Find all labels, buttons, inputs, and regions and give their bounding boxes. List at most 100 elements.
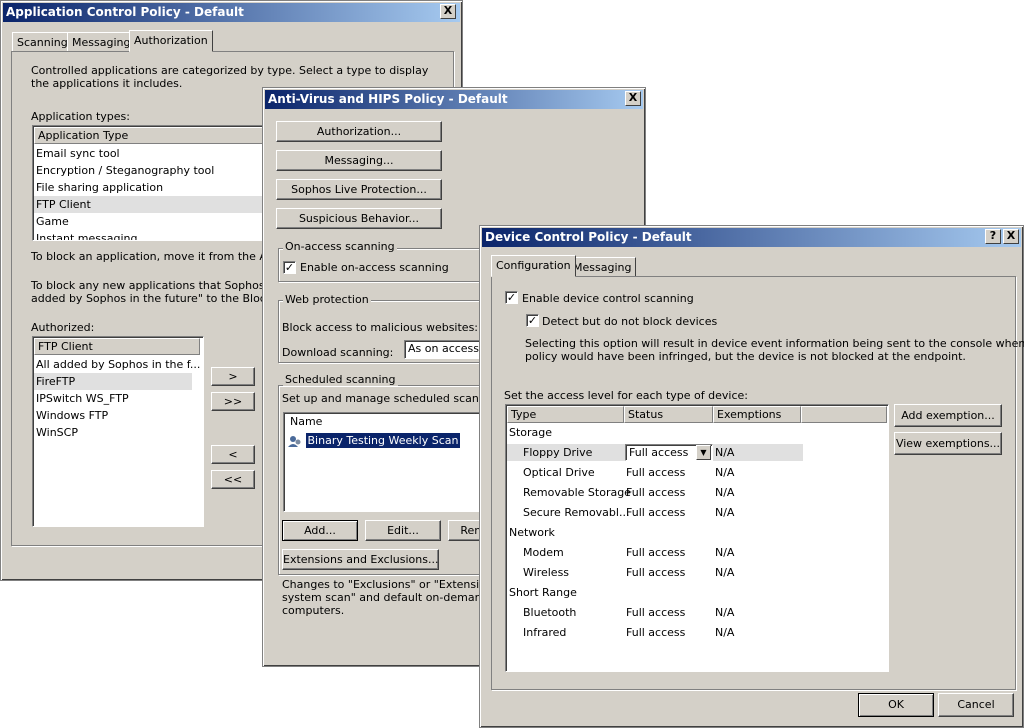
row-status: Full access — [626, 546, 686, 559]
row-status: Full access — [626, 626, 686, 639]
scan-user-icon — [288, 435, 302, 448]
row-status: Full access — [626, 466, 686, 479]
edit-scan-button[interactable]: Edit... — [365, 520, 441, 541]
column-status[interactable]: Status — [624, 406, 713, 423]
group-storage: Storage — [509, 426, 553, 439]
row-exemptions: N/A — [715, 486, 735, 499]
row-exemptions: N/A — [715, 626, 735, 639]
list-item[interactable]: Encryption / Steganography tool — [36, 162, 214, 179]
move-all-left-button[interactable]: << — [211, 470, 255, 489]
detect-only-label: Detect but do not block devices — [542, 315, 718, 328]
dropdown-arrow-icon[interactable]: ▼ — [696, 445, 711, 460]
enable-device-control-label: Enable device control scanning — [522, 292, 694, 305]
tab-scanning[interactable]: Scanning — [12, 32, 73, 52]
row-type: Secure Removabl... — [523, 506, 630, 519]
table-row[interactable]: Floppy Drive Full access ▼ N/A — [507, 444, 803, 461]
move-left-button[interactable]: < — [211, 445, 255, 464]
application-types-label: Application types: — [31, 110, 130, 123]
list-item-selected[interactable]: FireFTP — [34, 373, 192, 390]
view-exemptions-button[interactable]: View exemptions... — [894, 432, 1002, 455]
add-exemption-button[interactable]: Add exemption... — [894, 404, 1002, 427]
list-item[interactable]: Windows FTP — [36, 407, 108, 424]
help-button[interactable]: ? — [985, 229, 1001, 244]
group-short-range: Short Range — [509, 586, 577, 599]
dc-window-title: Device Control Policy - Default — [482, 228, 1021, 247]
list-item-selected[interactable]: FTP Client — [34, 196, 270, 213]
detect-only-checkbox[interactable]: ✓ — [526, 314, 539, 327]
row-type: Wireless — [523, 566, 570, 579]
app-window-title: Application Control Policy - Default — [3, 3, 460, 22]
av-window-title: Anti-Virus and HIPS Policy - Default — [265, 90, 643, 109]
group-network: Network — [509, 526, 555, 539]
scheduled-scan-item[interactable]: Binary Testing Weekly Scan — [288, 432, 461, 449]
list-item[interactable]: All added by Sophos in the f... — [36, 356, 200, 373]
authorization-button[interactable]: Authorization... — [276, 121, 442, 142]
application-types-list[interactable]: Application Type Email sync tool Encrypt… — [32, 125, 272, 241]
web-protection-label: Web protection — [283, 293, 371, 306]
column-filler — [801, 406, 887, 423]
row-type: Floppy Drive — [523, 446, 593, 459]
tab-messaging[interactable]: Messaging — [67, 32, 136, 52]
detect-note-1: Selecting this option will result in dev… — [525, 337, 1024, 350]
list-item[interactable]: File sharing application — [36, 179, 163, 196]
cancel-button[interactable]: Cancel — [938, 693, 1014, 717]
block-note-1: To block an application, move it from th… — [31, 250, 300, 263]
row-status: Full access — [626, 486, 686, 499]
column-type[interactable]: Type — [507, 406, 624, 423]
device-access-table[interactable]: Type Status Exemptions Storage Floppy Dr… — [505, 404, 889, 672]
row-type: Removable Storage — [523, 486, 631, 499]
row-type: Optical Drive — [523, 466, 595, 479]
list-item[interactable]: WinSCP — [36, 424, 78, 441]
row-exemptions: N/A — [715, 546, 735, 559]
move-right-button[interactable]: > — [211, 367, 255, 386]
table-row[interactable]: Infrared Full access N/A — [507, 624, 803, 641]
floppy-status-value: Full access — [629, 446, 689, 459]
table-row[interactable]: Bluetooth Full access N/A — [507, 604, 803, 621]
download-scanning-value: As on access — [408, 342, 480, 355]
authorized-header[interactable]: FTP Client — [34, 338, 200, 355]
move-all-right-button[interactable]: >> — [211, 392, 255, 411]
list-item[interactable]: Email sync tool — [36, 145, 120, 162]
scheduled-desc: Set up and manage scheduled scans: — [282, 392, 489, 405]
row-type: Infrared — [523, 626, 567, 639]
detect-note-2: policy would have been infringed, but th… — [525, 350, 966, 363]
row-status: Full access — [626, 566, 686, 579]
table-row[interactable]: Optical Drive Full access N/A — [507, 464, 803, 481]
scheduled-scans-list[interactable]: Name Binary Testing Weekly Scan — [283, 412, 483, 512]
table-row[interactable]: Wireless Full access N/A — [507, 564, 803, 581]
application-type-header[interactable]: Application Type — [34, 127, 270, 144]
enable-device-control-checkbox[interactable]: ✓ — [505, 291, 518, 304]
row-status: Full access — [626, 606, 686, 619]
list-item[interactable]: Instant messaging — [36, 230, 137, 240]
table-row[interactable]: Modem Full access N/A — [507, 544, 803, 561]
block-note-2: To block any new applications that Sopho… — [31, 279, 295, 292]
list-item[interactable]: IPSwitch WS_FTP — [36, 390, 129, 407]
authorized-list[interactable]: FTP Client All added by Sophos in the f.… — [32, 336, 204, 527]
extensions-exclusions-button[interactable]: Extensions and Exclusions... — [282, 549, 439, 570]
tab-configuration[interactable]: Configuration — [491, 255, 576, 277]
onaccess-group-label: On-access scanning — [283, 240, 397, 253]
row-exemptions: N/A — [715, 606, 735, 619]
device-control-window: Device Control Policy - Default ? X Conf… — [479, 225, 1024, 728]
floppy-status-select[interactable]: Full access ▼ — [625, 444, 713, 461]
changes-note-2: system scan" and default on-demand sca — [282, 591, 511, 604]
table-row[interactable]: Secure Removabl... Full access N/A — [507, 504, 803, 521]
live-protection-button[interactable]: Sophos Live Protection... — [276, 179, 442, 200]
row-exemptions: N/A — [715, 466, 735, 479]
onaccess-checkbox[interactable]: ✓ — [283, 261, 296, 274]
suspicious-behavior-button[interactable]: Suspicious Behavior... — [276, 208, 442, 229]
app-close-button[interactable]: X — [440, 4, 456, 19]
tab-messaging[interactable]: Messaging — [568, 257, 637, 277]
table-row[interactable]: Removable Storage Full access N/A — [507, 484, 803, 501]
messaging-button[interactable]: Messaging... — [276, 150, 442, 171]
row-type: Bluetooth — [523, 606, 577, 619]
row-exemptions: N/A — [715, 506, 735, 519]
dc-close-button[interactable]: X — [1003, 229, 1019, 244]
column-exemptions[interactable]: Exemptions — [713, 406, 801, 423]
list-item[interactable]: Game — [36, 213, 69, 230]
tab-authorization[interactable]: Authorization — [129, 30, 213, 52]
av-close-button[interactable]: X — [625, 91, 641, 106]
scheduled-name-header[interactable]: Name — [285, 414, 481, 431]
add-scan-button[interactable]: Add... — [282, 520, 358, 541]
ok-button[interactable]: OK — [858, 693, 934, 717]
